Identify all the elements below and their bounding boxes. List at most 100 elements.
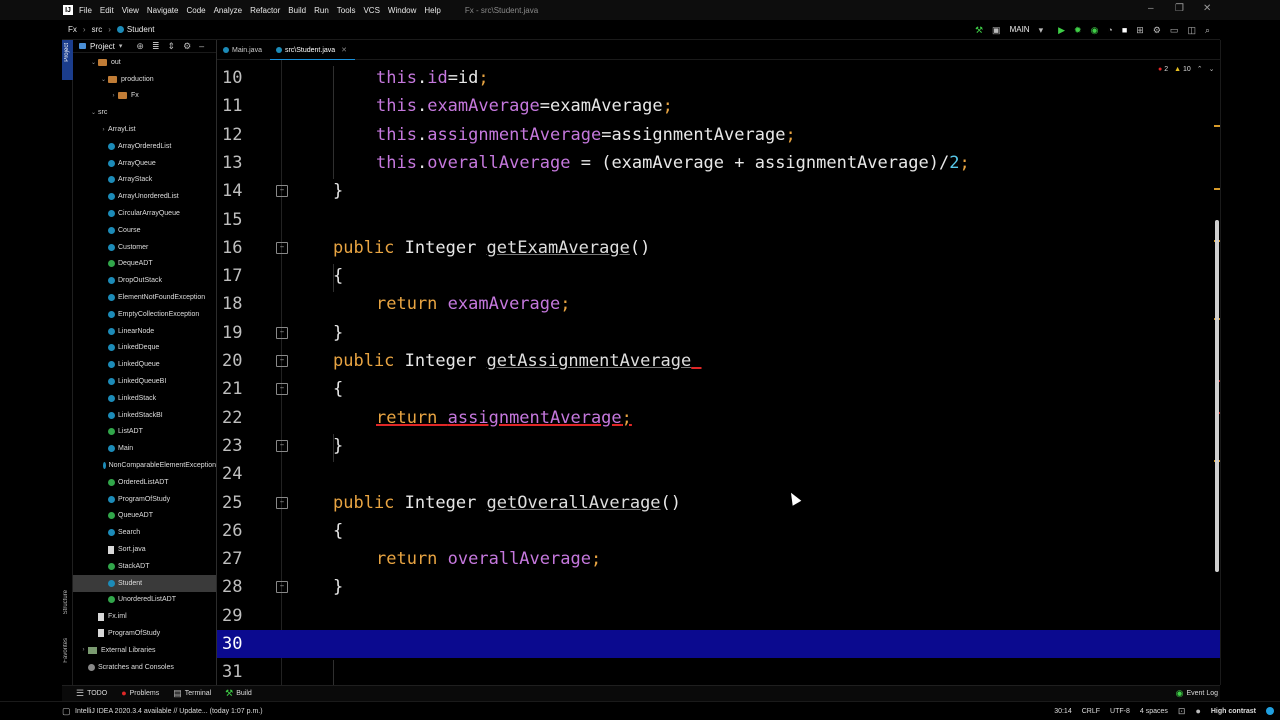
menu-vcs[interactable]: VCS <box>363 6 379 15</box>
chevron-up-icon[interactable]: ⌃ <box>1197 66 1203 73</box>
tree-item[interactable]: › ArrayList <box>73 121 216 138</box>
settings-icon[interactable]: ⚙ <box>1153 25 1161 35</box>
code-line[interactable]: 24 <box>217 460 1220 488</box>
fold-marker-icon[interactable]: – <box>276 326 288 339</box>
tree-item[interactable]: Main <box>73 440 216 457</box>
debug-icon[interactable]: ✹ <box>1074 25 1082 35</box>
fold-marker-icon[interactable]: – <box>276 581 288 594</box>
tree-item[interactable]: Fx.iml <box>73 608 216 625</box>
fold-marker-icon[interactable]: – <box>276 241 288 254</box>
tree-item[interactable]: ⌄ src <box>73 104 216 121</box>
tree-item[interactable]: ArrayOrderedList <box>73 138 216 155</box>
fold-marker-icon[interactable]: – <box>276 439 288 452</box>
tree-toggle-icon[interactable]: › <box>99 127 108 133</box>
tree-toggle-icon[interactable]: › <box>109 93 118 99</box>
breadcrumb-project[interactable]: Fx <box>68 25 77 34</box>
structure-tool-tab[interactable]: Structure <box>63 590 69 614</box>
tree-item[interactable]: LinkedStack <box>73 390 216 407</box>
tree-item[interactable]: ElementNotFoundException <box>73 289 216 306</box>
menu-help[interactable]: Help <box>424 6 440 15</box>
code-line[interactable]: 17 { <box>217 262 1220 290</box>
tree-item[interactable]: CircularArrayQueue <box>73 205 216 222</box>
menu-refactor[interactable]: Refactor <box>250 6 280 15</box>
project-panel-title[interactable]: Project <box>90 42 115 51</box>
code-line[interactable]: 20 public Integer getAssignmentAverage <box>217 347 1220 375</box>
editor-scrollbar[interactable] <box>1212 60 1220 685</box>
run-icon[interactable]: ▶ <box>1058 25 1065 35</box>
tab-main-java[interactable]: Main.java <box>217 40 270 60</box>
hammer-build-icon[interactable]: ⚒ <box>975 25 983 35</box>
event-log-button[interactable]: ◉ Event Log <box>1176 689 1218 698</box>
code-line[interactable]: 19} <box>217 319 1220 347</box>
breadcrumb-student[interactable]: Student <box>116 25 154 34</box>
problems-tool-button[interactable]: ● Problems <box>121 689 159 698</box>
hide-icon[interactable]: – <box>199 41 204 51</box>
tree-item[interactable]: › Fx <box>73 88 216 105</box>
tree-item[interactable]: › External Libraries <box>73 642 216 659</box>
locate-icon[interactable]: ⊕ <box>136 41 144 51</box>
menu-build[interactable]: Build <box>288 6 306 15</box>
close-tab-icon[interactable]: ✕ <box>341 46 347 54</box>
tree-item[interactable]: Student <box>73 574 216 592</box>
minimize-icon[interactable]: – <box>1148 3 1154 14</box>
tree-item[interactable]: ArrayStack <box>73 172 216 189</box>
code-editor[interactable]: 10 this.id=id; 11 this.examAverage=examAver… <box>217 60 1220 685</box>
code-line[interactable]: 13 this.overallAverage = (examAverage + a… <box>217 149 1220 177</box>
menu-file[interactable]: File <box>79 6 92 15</box>
code-line[interactable]: 22 return assignmentAverage; <box>217 404 1220 432</box>
code-line[interactable]: 10 this.id=id; <box>217 64 1220 92</box>
code-line[interactable]: 27 return overallAverage; <box>217 545 1220 573</box>
expand-all-icon[interactable]: ≣ <box>152 41 160 51</box>
fold-marker-icon[interactable]: – <box>276 496 288 509</box>
project-tool-tab[interactable]: Project <box>62 40 73 80</box>
line-separator[interactable]: CRLF <box>1082 708 1100 715</box>
menu-code[interactable]: Code <box>186 6 205 15</box>
code-line[interactable]: 16 public Integer getExamAverage() <box>217 234 1220 262</box>
tree-item[interactable]: Search <box>73 524 216 541</box>
fold-marker-icon[interactable]: – <box>276 383 288 396</box>
stop-icon[interactable]: ■ <box>1122 25 1127 35</box>
restore-icon[interactable]: ❐ <box>1175 3 1184 14</box>
build-tool-button[interactable]: ⚒ Build <box>225 689 252 698</box>
structure-icon[interactable]: ◫ <box>1187 25 1196 35</box>
todo-tool-button[interactable]: ☰ TODO <box>76 689 107 698</box>
tree-item[interactable]: DropOutStack <box>73 272 216 289</box>
scroll-thumb[interactable] <box>1215 220 1219 572</box>
inspector-icon[interactable]: ● <box>1195 706 1200 716</box>
menu-edit[interactable]: Edit <box>100 6 114 15</box>
close-icon[interactable]: ✕ <box>1203 3 1211 14</box>
current-code-line[interactable]: 30 <box>217 630 1220 659</box>
favorites-tool-tab[interactable]: Favorites <box>63 638 69 663</box>
code-line[interactable]: 25 public Integer getOverallAverage() <box>217 489 1220 517</box>
vcs-icon[interactable]: ⊞ <box>1136 25 1144 35</box>
code-line[interactable]: 12 this.assignmentAverage=assignmentAvera… <box>217 121 1220 149</box>
tree-item[interactable]: ListADT <box>73 424 216 441</box>
tree-item[interactable]: QueueADT <box>73 508 216 525</box>
tree-toggle-icon[interactable]: ⌄ <box>89 59 98 66</box>
caret-position[interactable]: 30:14 <box>1054 708 1072 715</box>
lock-icon[interactable]: ⊡ <box>1178 706 1186 716</box>
chevron-down-icon[interactable]: ▾ <box>119 43 123 50</box>
inspection-widget[interactable]: ● 2 ▲ 10 ⌃ ⌄ <box>1158 66 1215 73</box>
tree-item[interactable]: Scratches and Consoles <box>73 659 216 676</box>
tree-item[interactable]: Course <box>73 222 216 239</box>
tree-item[interactable]: StackADT <box>73 558 216 575</box>
notification-icon[interactable] <box>1266 707 1274 715</box>
menu-view[interactable]: View <box>122 6 139 15</box>
breadcrumb-src[interactable]: src <box>92 25 103 34</box>
fold-marker-icon[interactable]: – <box>276 355 288 367</box>
code-line[interactable]: 29 <box>217 602 1220 630</box>
menu-analyze[interactable]: Analyze <box>214 6 242 15</box>
tree-item[interactable]: Sort.java <box>73 541 216 558</box>
search-icon[interactable]: ⌕ <box>1205 25 1210 35</box>
tree-item[interactable]: LinkedStackBI <box>73 407 216 424</box>
collapse-all-icon[interactable]: ⇕ <box>168 41 176 51</box>
layout-icon[interactable]: ▭ <box>1170 25 1179 35</box>
fold-marker-icon[interactable]: – <box>276 185 288 198</box>
tree-toggle-icon[interactable]: ⌄ <box>99 76 108 83</box>
tab-student-java[interactable]: src\Student.java ✕ <box>269 40 356 61</box>
tree-item[interactable]: EmptyCollectionException <box>73 306 216 323</box>
tree-item[interactable]: LinkedDeque <box>73 340 216 357</box>
indent-setting[interactable]: 4 spaces <box>1140 708 1168 715</box>
tree-item[interactable]: UnorderedListADT <box>73 592 216 609</box>
